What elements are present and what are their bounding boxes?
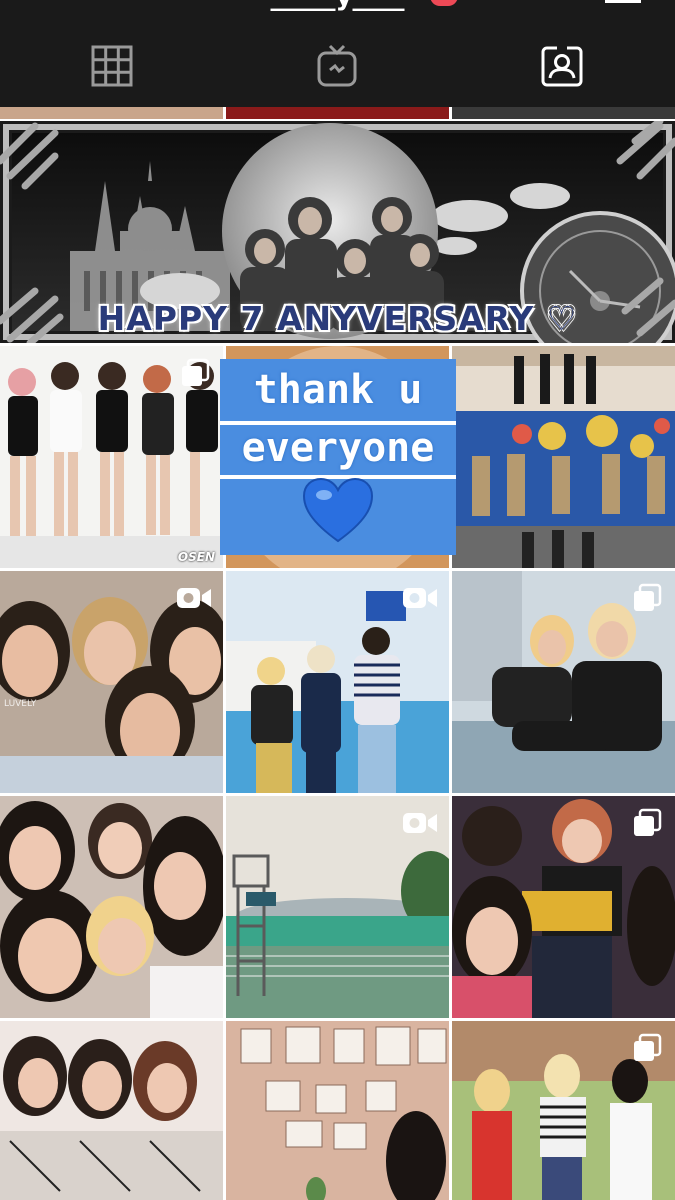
post-thumbnail[interactable] <box>452 107 675 119</box>
post-thumbnail[interactable] <box>452 571 675 793</box>
profile-header: _____y____ <box>0 0 675 107</box>
post-thumbnail[interactable]: OSEN <box>0 346 223 568</box>
post-thumbnail[interactable] <box>452 796 675 1018</box>
post-thumbnail[interactable] <box>226 107 449 119</box>
text-sticker-overlay: thank u everyone <box>220 359 456 555</box>
post-image <box>0 1021 223 1200</box>
carousel-icon <box>634 583 662 611</box>
carousel-icon <box>634 808 662 836</box>
anniversary-banner-post[interactable]: HAPPY 7 ANYVERSARY ♡ <box>0 121 675 343</box>
video-camera-icon <box>403 588 437 608</box>
tagged-person-icon <box>541 46 583 87</box>
tab-grid[interactable] <box>88 42 136 90</box>
menu-icon[interactable] <box>605 0 641 3</box>
overlay-line-2: everyone <box>241 425 435 471</box>
overlay-line-1: thank u <box>253 367 423 413</box>
post-thumbnail[interactable] <box>452 1021 675 1200</box>
blue-heart-emoji <box>302 477 374 543</box>
post-thumbnail[interactable] <box>226 571 449 793</box>
post-thumbnail[interactable] <box>0 1021 223 1200</box>
video-camera-icon <box>403 813 437 833</box>
post-thumbnail[interactable] <box>452 346 675 568</box>
post-thumbnail[interactable] <box>226 796 449 1018</box>
grid-icon <box>91 45 133 87</box>
tab-tagged[interactable] <box>538 42 586 90</box>
banner-caption: HAPPY 7 ANYVERSARY ♡ <box>97 299 578 338</box>
post-thumbnail[interactable] <box>0 796 223 1018</box>
post-thumbnail[interactable] <box>226 1021 449 1200</box>
post-thumbnail[interactable]: LUVELY <box>0 571 223 793</box>
posts-grid: HAPPY 7 ANYVERSARY ♡ OSEN thank u everyo… <box>0 107 675 1200</box>
profile-username[interactable]: _____y____ <box>271 0 405 12</box>
post-image <box>226 1021 449 1200</box>
post-thumbnail[interactable] <box>0 107 223 119</box>
carousel-icon <box>182 358 210 386</box>
igtv-icon <box>317 44 357 87</box>
notification-badge[interactable] <box>430 0 458 6</box>
photo-watermark: OSEN <box>177 550 215 564</box>
photo-watermark: LUVELY <box>4 699 37 709</box>
post-image <box>0 796 223 1018</box>
tab-igtv[interactable] <box>313 42 361 90</box>
carousel-icon <box>634 1033 662 1061</box>
video-camera-icon <box>177 588 211 608</box>
post-image <box>452 346 675 568</box>
